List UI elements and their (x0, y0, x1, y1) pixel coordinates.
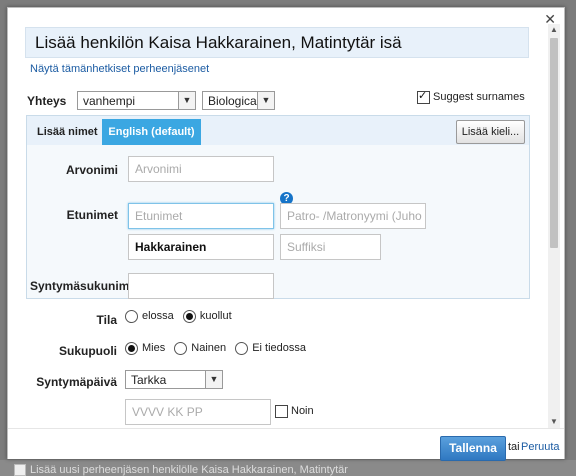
gender-radio-group: Mies Nainen Ei tiedossa (125, 342, 312, 355)
cancel-link[interactable]: Peruuta (521, 441, 560, 453)
background-add-member-row: Lisää uusi perheenjäsen henkilölle Kaisa… (14, 464, 348, 476)
birth-surname-label: Syntymäsukunimi (30, 279, 133, 293)
tab-english-default[interactable]: English (default) (102, 119, 201, 145)
gender-option-unknown-label: Ei tiedossa (252, 342, 307, 355)
gender-option-unknown[interactable]: Ei tiedossa (235, 342, 307, 355)
status-option-alive[interactable]: elossa (125, 310, 174, 323)
suggest-surnames-option[interactable]: Suggest surnames (417, 89, 525, 104)
suggest-surnames-checkbox[interactable] (417, 89, 430, 104)
relation-type-value: Biological (208, 94, 260, 108)
names-panel: Lisää nimet English (default) Lisää kiel… (26, 115, 530, 299)
suffix-input[interactable]: Suffiksi (280, 234, 381, 260)
show-family-members-link[interactable]: Näytä tämänhetkiset perheenjäsenet (30, 63, 209, 75)
birth-date-approx-label: Noin (291, 405, 314, 418)
gender-radio-unknown[interactable] (235, 342, 249, 355)
scroll-down-icon[interactable]: ▼ (548, 416, 560, 428)
birth-date-label: Syntymäpäivä (36, 375, 117, 389)
birth-surname-input[interactable] (128, 273, 274, 299)
title-input[interactable]: Arvonimi (128, 156, 274, 182)
gender-radio-male[interactable] (125, 342, 138, 355)
add-language-button[interactable]: Lisää kieli... (456, 120, 525, 144)
chevron-down-icon: ▼ (205, 371, 222, 388)
status-label: Tila (96, 313, 117, 327)
chevron-down-icon: ▼ (257, 92, 274, 109)
names-tab-bar: Lisää nimet English (default) Lisää kiel… (27, 116, 529, 145)
patronymic-input[interactable]: Patro- /Matronyymi (Juho (280, 203, 426, 229)
chevron-down-icon: ▼ (178, 92, 195, 109)
gender-option-male-label: Mies (142, 342, 166, 355)
birth-date-input[interactable]: VVVV KK PP (125, 399, 271, 425)
given-names-label: Etunimet (66, 208, 118, 222)
birth-date-precision-value: Tarkka (131, 373, 167, 387)
dialog-title-box: Lisää henkilön Kaisa Hakkarainen, Matint… (25, 27, 529, 58)
status-option-deceased-label: kuollut (199, 310, 232, 323)
add-person-dialog: ✕ Lisää henkilön Kaisa Hakkarainen, Mati… (7, 7, 565, 461)
add-names-label: Lisää nimet (37, 126, 98, 138)
relation-role-value: vanhempi (83, 94, 136, 108)
status-radio-deceased[interactable] (182, 310, 196, 323)
background-add-member-text: Lisää uusi perheenjäsen henkilölle Kaisa… (30, 464, 348, 476)
suggest-surnames-label: Suggest surnames (433, 91, 525, 104)
save-button[interactable]: Tallenna (440, 436, 506, 461)
status-radio-alive[interactable] (125, 310, 138, 323)
background-checkbox (14, 464, 26, 476)
dialog-scrollbar[interactable]: ▲ ▼ (548, 24, 560, 428)
scrollbar-thumb[interactable] (550, 38, 558, 248)
relation-role-select[interactable]: vanhempi ▼ (77, 91, 196, 110)
title-label: Arvonimi (65, 163, 118, 177)
dialog-scroll-area: Lisää henkilön Kaisa Hakkarainen, Matint… (8, 8, 546, 428)
relation-type-select[interactable]: Biological ▼ (202, 91, 275, 110)
gender-option-male[interactable]: Mies (125, 342, 166, 355)
names-form: Arvonimi Arvonimi ? Etunimet Etunimet Pa… (27, 145, 529, 299)
surname-input[interactable]: Hakkarainen (128, 234, 274, 260)
birth-date-approx-checkbox[interactable] (275, 405, 288, 418)
status-option-alive-label: elossa (142, 310, 174, 323)
or-label: tai (508, 441, 520, 453)
gender-option-female-label: Nainen (191, 342, 227, 355)
birth-date-approx-option[interactable]: Noin (275, 405, 314, 418)
gender-label: Sukupuoli (59, 344, 117, 358)
gender-radio-female[interactable] (174, 342, 188, 355)
birth-date-precision-select[interactable]: Tarkka ▼ (125, 370, 223, 389)
dialog-title: Lisää henkilön Kaisa Hakkarainen, Matint… (35, 33, 402, 52)
dialog-footer: Tallenna tai Peruuta (8, 428, 564, 461)
given-names-input[interactable]: Etunimet (128, 203, 274, 229)
status-radio-group: elossa kuollut (125, 310, 238, 323)
gender-option-female[interactable]: Nainen (174, 342, 227, 355)
status-option-deceased[interactable]: kuollut (182, 310, 232, 323)
relation-label: Yhteys (27, 94, 67, 108)
scroll-up-icon[interactable]: ▲ (548, 24, 560, 36)
